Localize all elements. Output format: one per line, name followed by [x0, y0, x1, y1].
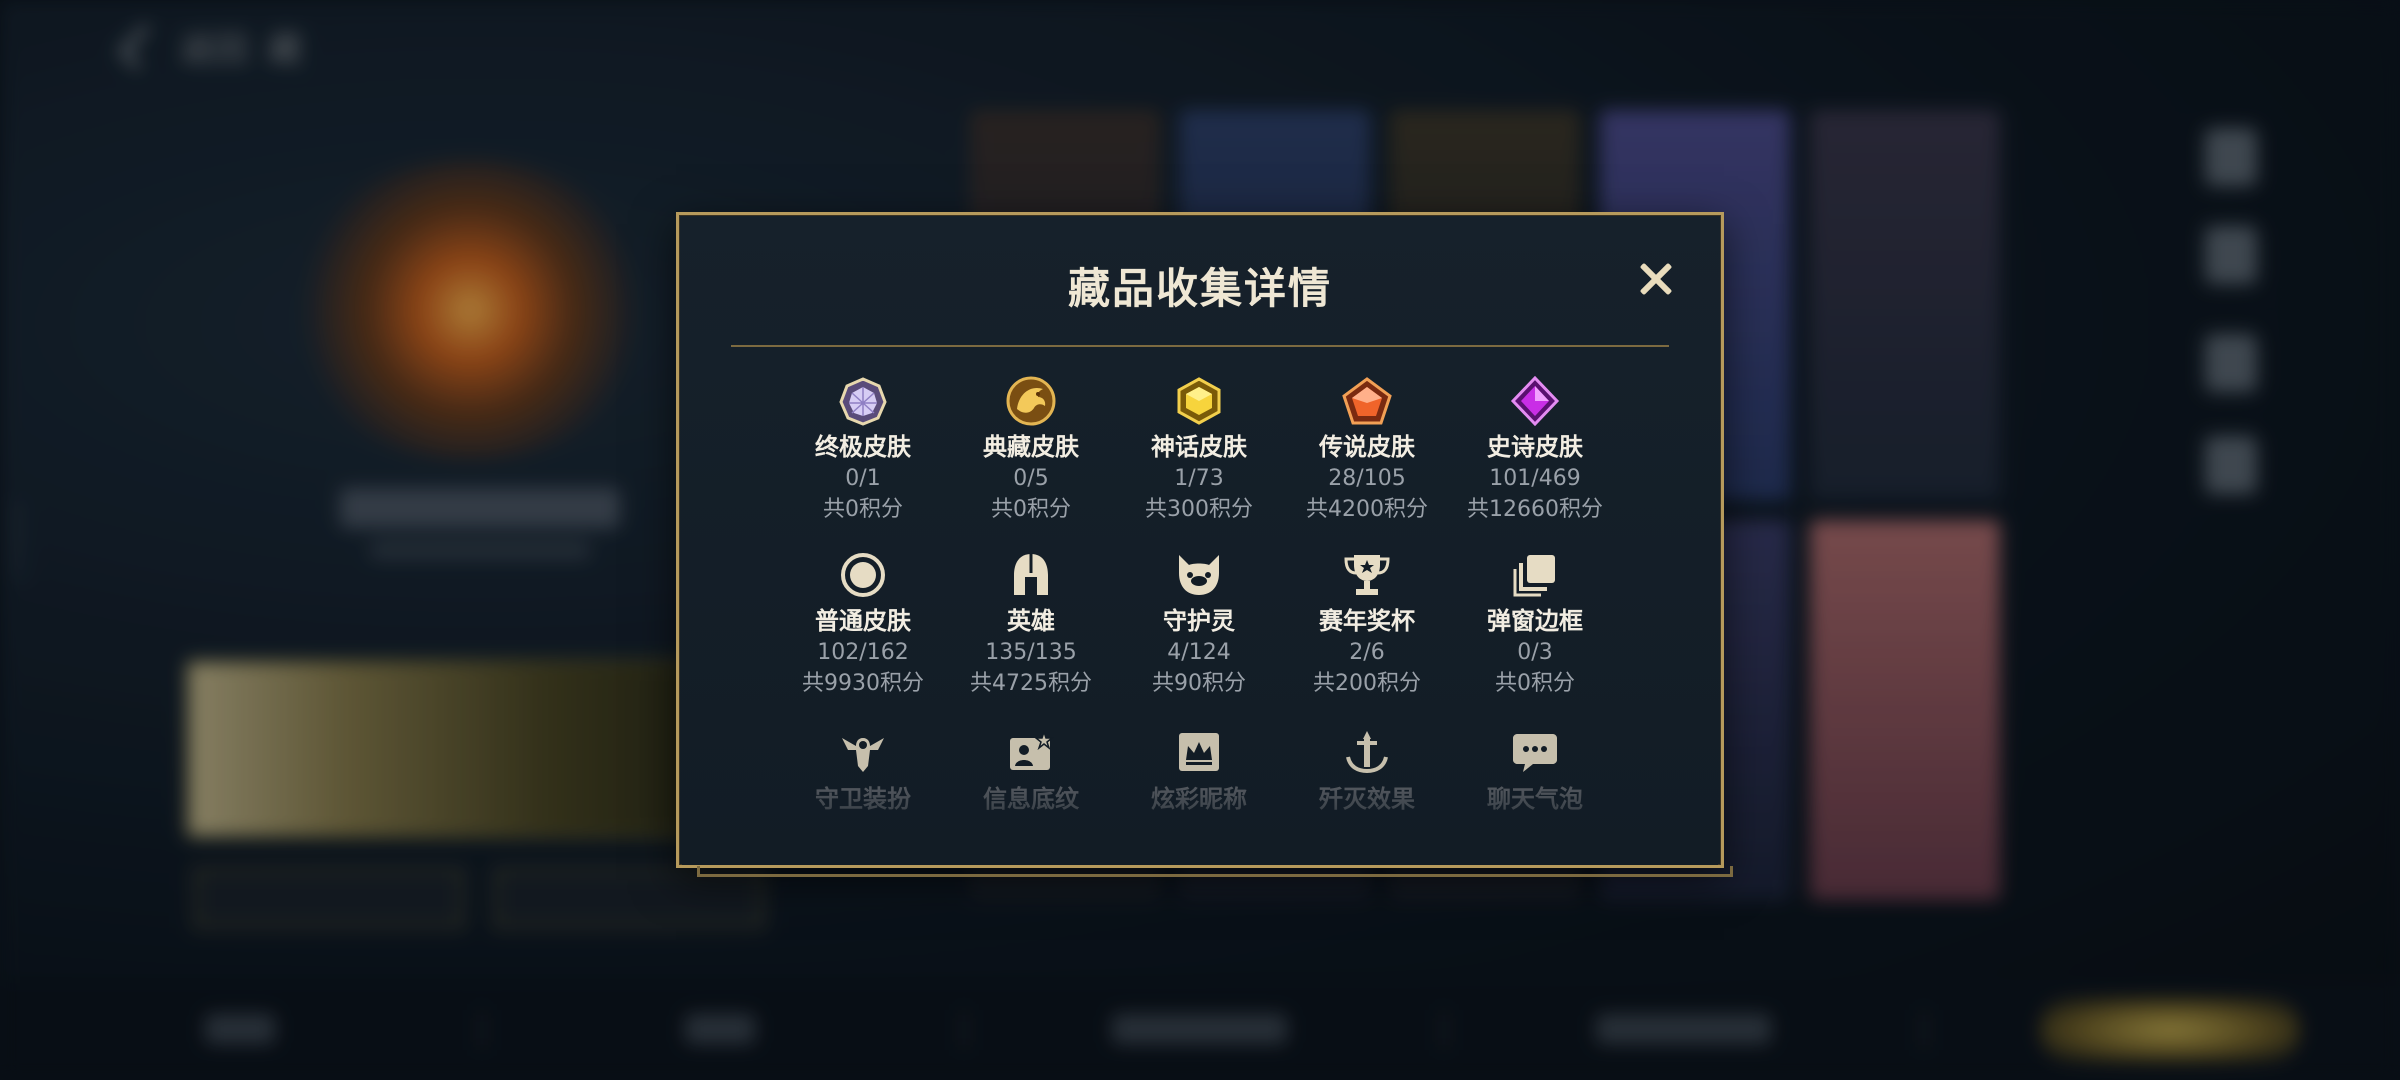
collection-item-colorful-nickname[interactable]: 炫彩昵称 — [1115, 725, 1283, 815]
collection-item-info-background[interactable]: 信息底纹 — [947, 725, 1115, 815]
item-points: 共12660积分 — [1467, 497, 1603, 522]
mythic-skin-gem-icon — [1172, 375, 1226, 427]
annihilation-effect-icon — [1340, 725, 1394, 779]
collection-item-mythic-skin[interactable]: 神话皮肤 1/73 共300积分 — [1115, 375, 1283, 525]
season-trophy-icon — [1340, 549, 1394, 601]
item-name: 炫彩昵称 — [1151, 785, 1247, 813]
item-name: 弹窗边框 — [1487, 607, 1583, 635]
close-button[interactable] — [1634, 257, 1678, 301]
item-count: 1/73 — [1174, 466, 1224, 491]
collection-grid-row-3: 守卫装扮 信息底纹 炫彩昵称 歼灭效果 聊天气泡 — [779, 725, 1619, 815]
collection-item-collector-skin[interactable]: 典藏皮肤 0/5 共0积分 — [947, 375, 1115, 525]
item-points: 共300积分 — [1145, 497, 1253, 522]
collection-item-guardian-outfit[interactable]: 守卫装扮 — [779, 725, 947, 815]
item-name: 歼灭效果 — [1319, 785, 1415, 813]
item-name: 传说皮肤 — [1319, 433, 1415, 461]
collection-item-normal-skin[interactable]: 普通皮肤 102/162 共9930积分 — [779, 549, 947, 699]
item-name: 信息底纹 — [983, 785, 1079, 813]
item-count: 0/3 — [1517, 640, 1553, 665]
hero-helmet-icon — [1004, 549, 1058, 601]
guardian-spirit-icon — [1172, 549, 1226, 601]
item-points: 共4200积分 — [1306, 497, 1428, 522]
normal-skin-ring-icon — [836, 549, 890, 601]
item-name: 英雄 — [1007, 607, 1055, 635]
item-count: 0/1 — [845, 466, 881, 491]
collection-item-chat-bubble[interactable]: 聊天气泡 — [1451, 725, 1619, 815]
collection-item-hero[interactable]: 英雄 135/135 共4725积分 — [947, 549, 1115, 699]
item-name: 神话皮肤 — [1151, 433, 1247, 461]
item-points: 共90积分 — [1152, 671, 1246, 696]
ultimate-skin-gem-icon — [836, 375, 890, 427]
item-count: 0/5 — [1013, 466, 1049, 491]
guardian-outfit-icon — [836, 725, 890, 779]
item-count: 102/162 — [817, 640, 909, 665]
item-name: 史诗皮肤 — [1487, 433, 1583, 461]
item-count: 101/469 — [1489, 466, 1581, 491]
item-points: 共9930积分 — [802, 671, 924, 696]
item-points: 共0积分 — [991, 497, 1071, 522]
epic-skin-gem-icon — [1508, 375, 1562, 427]
collector-skin-dragon-icon — [1004, 375, 1058, 427]
item-points: 共0积分 — [823, 497, 903, 522]
item-name: 典藏皮肤 — [983, 433, 1079, 461]
info-background-icon — [1004, 725, 1058, 779]
collection-item-popup-frame[interactable]: 弹窗边框 0/3 共0积分 — [1451, 549, 1619, 699]
collection-item-season-trophy[interactable]: 赛年奖杯 2/6 共200积分 — [1283, 549, 1451, 699]
title-divider — [731, 345, 1669, 347]
item-name: 普通皮肤 — [815, 607, 911, 635]
collection-item-ultimate-skin[interactable]: 终极皮肤 0/1 共0积分 — [779, 375, 947, 525]
popup-frame-icon — [1508, 549, 1562, 601]
chat-bubble-icon — [1508, 725, 1562, 779]
collection-item-legendary-skin[interactable]: 传说皮肤 28/105 共4200积分 — [1283, 375, 1451, 525]
dialog-title: 藏品收集详情 — [1067, 264, 1332, 313]
collection-details-dialog: 藏品收集详情 终极皮肤 0/1 共0积分 典藏皮肤 0/5 共0积分 神话皮肤 … — [676, 212, 1733, 877]
item-points: 共200积分 — [1313, 671, 1421, 696]
item-points: 共4725积分 — [970, 671, 1092, 696]
colorful-nickname-crown-icon — [1172, 725, 1226, 779]
collection-item-annihilation-effect[interactable]: 歼灭效果 — [1283, 725, 1451, 815]
item-points: 共0积分 — [1495, 671, 1575, 696]
item-count: 2/6 — [1349, 640, 1385, 665]
item-name: 守卫装扮 — [815, 785, 911, 813]
item-name: 终极皮肤 — [815, 433, 911, 461]
collection-grid: 终极皮肤 0/1 共0积分 典藏皮肤 0/5 共0积分 神话皮肤 1/73 共3… — [779, 375, 1619, 699]
item-name: 聊天气泡 — [1487, 785, 1583, 813]
item-name: 赛年奖杯 — [1319, 607, 1415, 635]
legendary-skin-gem-icon — [1340, 375, 1394, 427]
collection-item-epic-skin[interactable]: 史诗皮肤 101/469 共12660积分 — [1451, 375, 1619, 525]
item-name: 守护灵 — [1163, 607, 1235, 635]
item-count: 135/135 — [985, 640, 1077, 665]
collection-item-guardian-spirit[interactable]: 守护灵 4/124 共90积分 — [1115, 549, 1283, 699]
item-count: 4/124 — [1167, 640, 1231, 665]
item-count: 28/105 — [1328, 466, 1406, 491]
